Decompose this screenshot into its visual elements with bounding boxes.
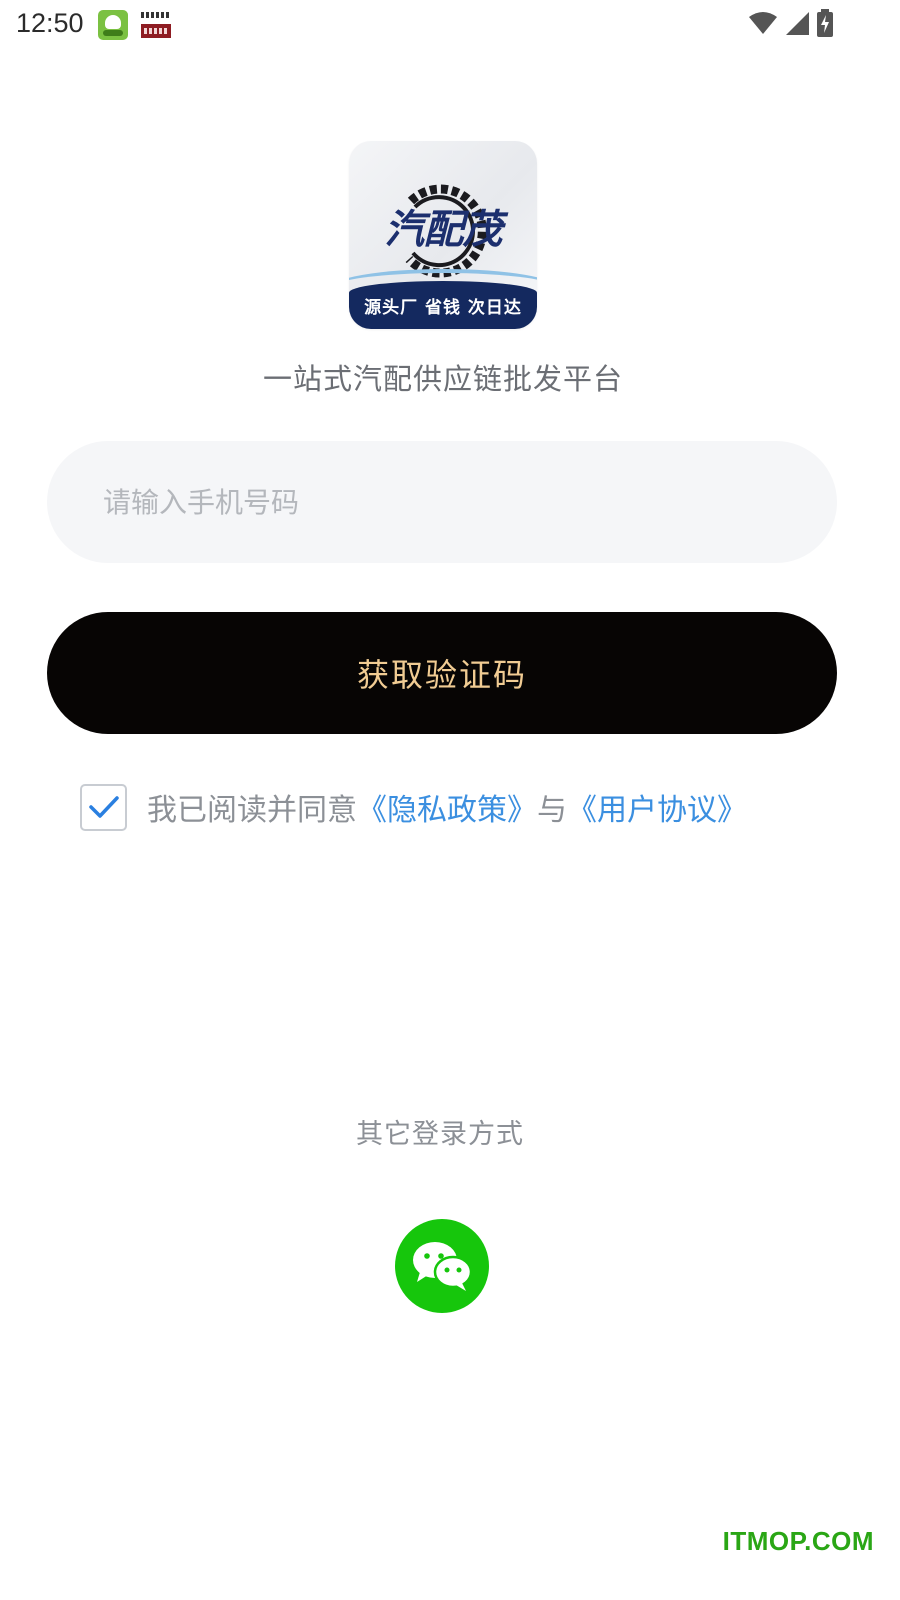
get-code-button[interactable]: 获取验证码 (47, 612, 837, 734)
tagline: 一站式汽配供应链批发平台 (262, 362, 623, 396)
agreement-prefix: 我已阅读并同意 (147, 793, 357, 828)
other-login-title: 其它登录方式 (356, 1119, 524, 1150)
status-bar: 12:50 (0, 0, 900, 50)
wifi-icon (748, 11, 778, 35)
signal-icon (784, 10, 810, 36)
agreement-text: 我已阅读并同意《隐私政策》与《用户协议》 (147, 785, 747, 829)
app-logo: 汽配茂 源头厂 省钱 次日达 (349, 141, 537, 329)
agree-checkbox[interactable] (80, 783, 127, 831)
agreement-joiner: 与 (537, 793, 567, 828)
user-agreement-link[interactable]: 《用户协议》 (567, 793, 747, 828)
check-icon (88, 796, 119, 818)
agreement: 我已阅读并同意《隐私政策》与《用户协议》 (80, 783, 747, 831)
system-icons (748, 8, 834, 38)
phone-input[interactable] (47, 441, 837, 563)
battery-charging-icon (816, 9, 834, 37)
wechat-icon (413, 1242, 473, 1291)
privacy-policy-link[interactable]: 《隐私政策》 (357, 793, 537, 828)
logo-slogan: 源头厂 省钱 次日达 (349, 281, 537, 329)
status-time: 12:50 (16, 8, 84, 38)
watermark: ITMOP.COM (722, 1526, 874, 1556)
app-notification-icon (98, 10, 128, 40)
logo-wordmark: 汽配茂 (384, 207, 503, 253)
news-notification-icon (141, 10, 171, 40)
wechat-login-button[interactable] (395, 1219, 489, 1313)
